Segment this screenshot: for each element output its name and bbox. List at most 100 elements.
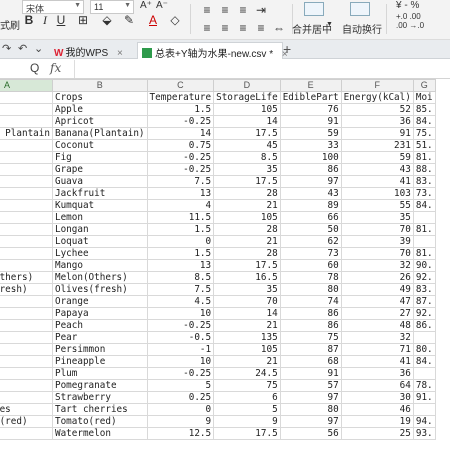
table-cell[interactable]: Tart cherries bbox=[51, 403, 148, 416]
table-cell[interactable]: 48 bbox=[340, 319, 414, 332]
table-cell[interactable]: 59 bbox=[340, 151, 414, 164]
table-cell[interactable]: 71 bbox=[340, 343, 414, 356]
table-cell[interactable] bbox=[0, 259, 53, 272]
table-cell[interactable]: 49 bbox=[340, 283, 414, 296]
table-cell[interactable]: 1.5 bbox=[146, 247, 215, 260]
column-header-f[interactable]: F bbox=[340, 79, 414, 92]
table-cell[interactable]: ives(fresh) bbox=[0, 283, 53, 296]
table-cell[interactable]: 46 bbox=[340, 403, 414, 416]
table-cell[interactable]: 76 bbox=[279, 103, 342, 116]
table-cell[interactable]: 92. bbox=[412, 271, 436, 284]
table-cell[interactable]: 36 bbox=[340, 367, 414, 380]
table-cell[interactable]: Moi bbox=[412, 91, 436, 104]
table-cell[interactable]: Persimmon bbox=[51, 343, 148, 356]
table-cell[interactable]: 21 bbox=[213, 355, 281, 368]
table-cell[interactable]: Mango bbox=[51, 259, 148, 272]
table-cell[interactable]: 9 bbox=[146, 415, 215, 428]
table-cell[interactable]: Plum bbox=[51, 367, 148, 380]
table-cell[interactable]: 70 bbox=[340, 247, 414, 260]
fill-color-icon[interactable]: ⬙ bbox=[100, 12, 114, 28]
table-cell[interactable]: Peach bbox=[51, 319, 148, 332]
chevron-down-icon[interactable]: ▼ bbox=[326, 21, 333, 28]
table-cell[interactable] bbox=[0, 151, 53, 164]
table-cell[interactable]: 231 bbox=[340, 139, 414, 152]
column-header-d[interactable]: D bbox=[213, 79, 281, 92]
table-cell[interactable]: 64 bbox=[340, 379, 414, 392]
table-cell[interactable]: 97 bbox=[279, 175, 342, 188]
bold-button[interactable]: B bbox=[22, 12, 36, 28]
table-cell[interactable]: on bbox=[0, 343, 53, 356]
eraser-icon[interactable]: ✎ bbox=[122, 12, 136, 28]
table-cell[interactable] bbox=[0, 223, 53, 236]
table-cell[interactable]: 86 bbox=[279, 163, 342, 176]
column-header-c[interactable]: C bbox=[146, 79, 215, 92]
table-cell[interactable]: 0 bbox=[146, 403, 215, 416]
table-cell[interactable]: lon (Others) bbox=[0, 271, 53, 284]
table-cell[interactable]: 16.5 bbox=[213, 271, 281, 284]
table-cell[interactable]: 41 bbox=[340, 175, 414, 188]
table-cell[interactable]: 83. bbox=[412, 175, 436, 188]
distribute-icon[interactable]: ⇔ bbox=[272, 20, 286, 36]
undo-icon[interactable]: ↶ bbox=[18, 42, 27, 55]
table-cell[interactable]: 43 bbox=[340, 163, 414, 176]
table-cell[interactable]: Pear bbox=[51, 331, 148, 344]
table-cell[interactable]: nate bbox=[0, 379, 53, 392]
table-cell[interactable]: Fig bbox=[51, 151, 148, 164]
table-cell[interactable]: 0.25 bbox=[146, 391, 215, 404]
table-cell[interactable]: 68 bbox=[279, 355, 342, 368]
table-cell[interactable]: Orange bbox=[51, 295, 148, 308]
table-cell[interactable]: 8.5 bbox=[213, 151, 281, 164]
table-cell[interactable]: 28 bbox=[213, 247, 281, 260]
table-cell[interactable]: 14 bbox=[146, 127, 215, 140]
table-cell[interactable]: 90. bbox=[412, 259, 436, 272]
wrap-text-icon[interactable] bbox=[350, 2, 370, 16]
table-cell[interactable]: 51. bbox=[412, 139, 436, 152]
table-cell[interactable] bbox=[0, 175, 53, 188]
table-cell[interactable]: -1 bbox=[146, 343, 215, 356]
table-cell[interactable] bbox=[412, 211, 436, 224]
new-tab-button[interactable]: + bbox=[283, 41, 291, 57]
table-cell[interactable]: Apricot bbox=[51, 115, 148, 128]
merge-cells-icon[interactable] bbox=[304, 2, 324, 16]
table-cell[interactable]: 8.5 bbox=[146, 271, 215, 284]
table-cell[interactable]: Pomegranate bbox=[51, 379, 148, 392]
table-cell[interactable]: 5 bbox=[213, 403, 281, 416]
align-top-icon[interactable]: ≡ bbox=[200, 2, 214, 18]
align-left-icon[interactable]: ≡ bbox=[200, 20, 214, 36]
table-cell[interactable]: 32 bbox=[340, 331, 414, 344]
table-cell[interactable]: 103 bbox=[340, 187, 414, 200]
justify-icon[interactable]: ≡ bbox=[254, 20, 268, 36]
table-cell[interactable]: 73 bbox=[279, 247, 342, 260]
table-cell[interactable]: 89 bbox=[279, 199, 342, 212]
table-cell[interactable]: 36 bbox=[340, 115, 414, 128]
table-cell[interactable]: 13 bbox=[146, 259, 215, 272]
table-cell[interactable]: 17.5 bbox=[213, 259, 281, 272]
table-cell[interactable]: Lemon bbox=[51, 211, 148, 224]
table-cell[interactable]: 47 bbox=[340, 295, 414, 308]
decimal-adjust-icon[interactable]: +.0 .00.00 →.0 bbox=[396, 12, 424, 30]
table-cell[interactable]: 81. bbox=[412, 247, 436, 260]
align-right-icon[interactable]: ≡ bbox=[236, 20, 250, 36]
table-cell[interactable]: Kumquat bbox=[51, 199, 148, 212]
table-cell[interactable]: 10 bbox=[146, 307, 215, 320]
table-cell[interactable] bbox=[412, 331, 436, 344]
table-cell[interactable]: Guava bbox=[51, 175, 148, 188]
table-cell[interactable]: 6 bbox=[213, 391, 281, 404]
table-cell[interactable]: 4.5 bbox=[146, 295, 215, 308]
wrap-text-button[interactable]: 自动换行 bbox=[342, 21, 382, 36]
table-cell[interactable] bbox=[0, 211, 53, 224]
table-cell[interactable]: Longan bbox=[51, 223, 148, 236]
table-cell[interactable]: 57 bbox=[279, 379, 342, 392]
table-cell[interactable]: 45 bbox=[213, 139, 281, 152]
table-cell[interactable]: 41 bbox=[340, 355, 414, 368]
table-cell[interactable]: 35 bbox=[213, 283, 281, 296]
table-cell[interactable]: 66 bbox=[279, 211, 342, 224]
border-icon[interactable]: ⊞ bbox=[76, 12, 90, 28]
table-cell[interactable]: Papaya bbox=[51, 307, 148, 320]
table-cell[interactable]: Melon(Others) bbox=[51, 271, 148, 284]
table-cell[interactable] bbox=[0, 91, 53, 104]
table-cell[interactable]: 33 bbox=[279, 139, 342, 152]
table-cell[interactable]: 78 bbox=[279, 271, 342, 284]
table-cell[interactable]: 97 bbox=[279, 391, 342, 404]
table-cell[interactable]: 14 bbox=[213, 307, 281, 320]
